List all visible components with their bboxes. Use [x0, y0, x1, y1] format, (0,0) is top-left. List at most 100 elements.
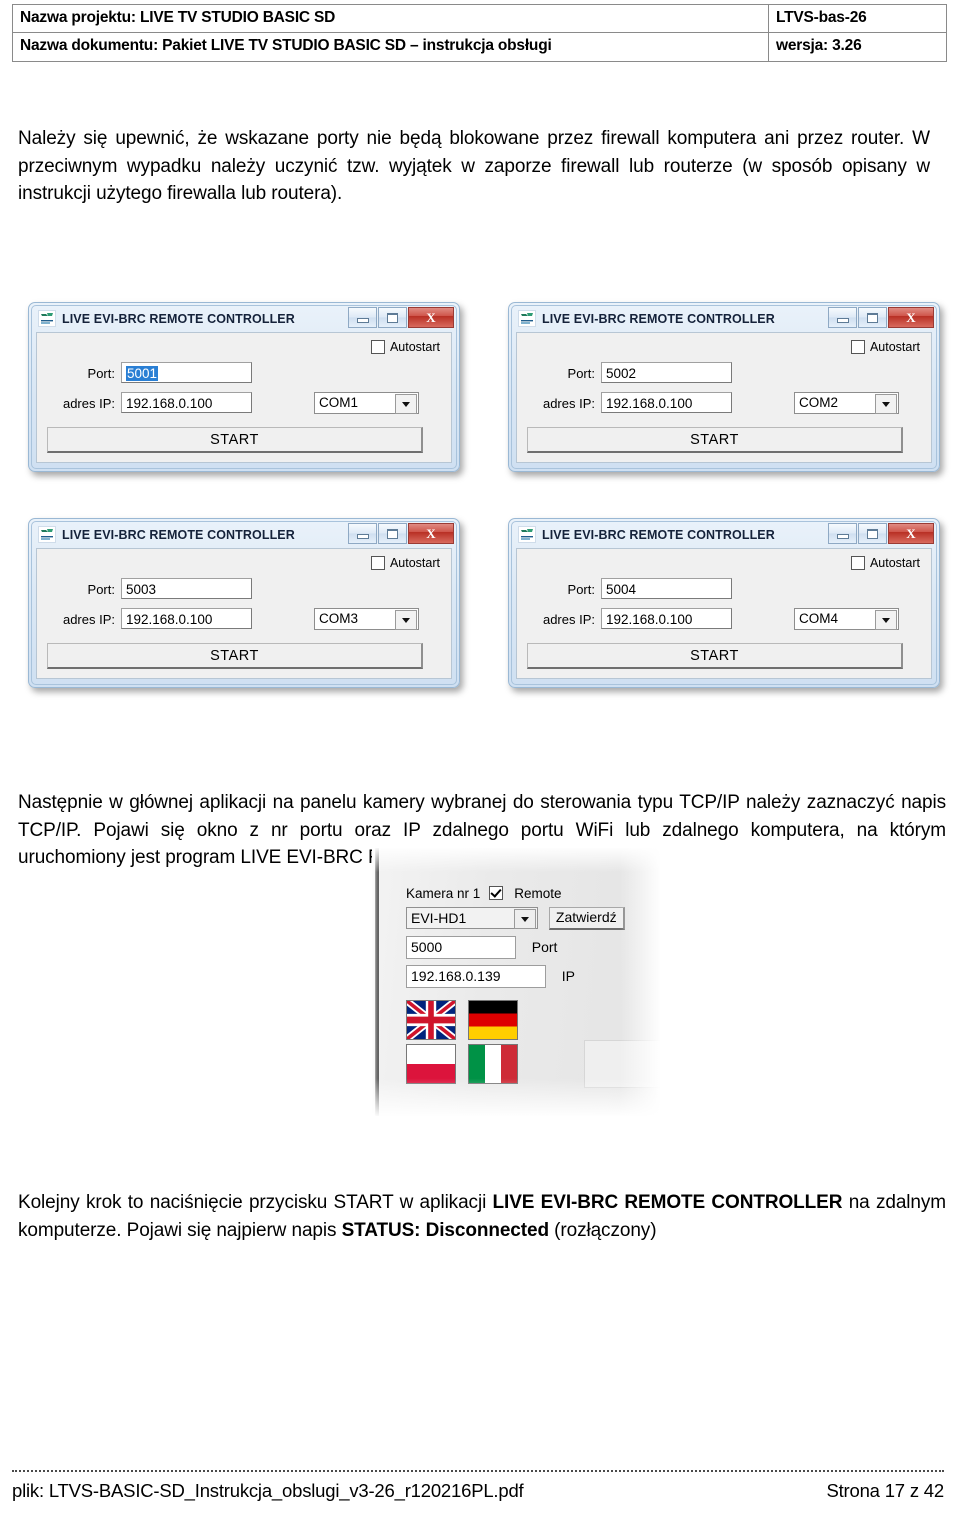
minimize-button[interactable] — [348, 307, 377, 328]
chevron-down-icon[interactable] — [875, 394, 897, 414]
title-bar[interactable]: LIVE EVI-BRC REMOTE CONTROLLER X — [32, 306, 456, 331]
camera-panel-left-border — [375, 848, 379, 1116]
camera-status-box — [584, 1040, 660, 1088]
document-header-table: Nazwa projektu: LIVE TV STUDIO BASIC SD … — [12, 3, 947, 62]
caption-buttons[interactable]: X — [347, 523, 454, 544]
dialog-window-3[interactable]: LIVE EVI-BRC REMOTE CONTROLLER X Autosta… — [28, 518, 460, 688]
autostart-checkbox[interactable] — [370, 556, 385, 570]
ip-input[interactable]: 192.168.0.100 — [121, 392, 252, 413]
close-button[interactable]: X — [888, 307, 934, 328]
app-logo-icon — [518, 310, 536, 327]
camera-number-label: Kamera nr 1 — [406, 885, 481, 901]
header-row-document: Nazwa dokumentu: Pakiet LIVE TV STUDIO B… — [12, 32, 947, 62]
start-text-part1: Kolejny krok to naciśnięcie przycisku ST… — [18, 1192, 493, 1213]
start-button[interactable]: START — [47, 427, 423, 453]
paragraph-start-instructions: Kolejny krok to naciśnięcie przycisku ST… — [18, 1189, 946, 1244]
autostart-checkbox[interactable] — [370, 340, 385, 354]
maximize-button[interactable] — [858, 523, 887, 544]
chevron-down-icon[interactable] — [875, 610, 897, 630]
start-text-bold2: STATUS: Disconnected — [341, 1219, 549, 1241]
language-flags — [406, 1000, 556, 1088]
start-button[interactable]: START — [527, 643, 903, 669]
port-input-value: 5001 — [126, 366, 159, 381]
minimize-button[interactable] — [828, 523, 857, 544]
maximize-button[interactable] — [378, 523, 407, 544]
caption-buttons[interactable]: X — [827, 523, 934, 544]
caption-buttons[interactable]: X — [827, 307, 934, 328]
close-button[interactable]: X — [408, 523, 454, 544]
close-button[interactable]: X — [888, 523, 934, 544]
remote-checkbox[interactable] — [489, 886, 504, 900]
maximize-button[interactable] — [378, 307, 407, 328]
header-document-version: wersja: 3.26 — [768, 32, 947, 62]
camera-ip-label: IP — [561, 968, 575, 984]
footer-page-number: Strona 17 z 42 — [826, 1480, 944, 1501]
dialog-window-2[interactable]: LIVE EVI-BRC REMOTE CONTROLLER X Autosta… — [508, 302, 940, 472]
header-row-project: Nazwa projektu: LIVE TV STUDIO BASIC SD … — [12, 3, 947, 34]
camera-port-label: Port — [531, 939, 558, 955]
com-port-select[interactable]: COM3 — [314, 608, 419, 630]
port-input[interactable]: 5004 — [601, 578, 732, 599]
autostart-checkbox[interactable] — [850, 556, 865, 570]
com-port-select[interactable]: COM2 — [794, 392, 899, 414]
autostart-checkbox-row[interactable]: Autostart — [850, 556, 920, 570]
footer-divider — [12, 1470, 944, 1472]
chevron-down-icon[interactable] — [514, 909, 536, 929]
dialog-window-1[interactable]: LIVE EVI-BRC REMOTE CONTROLLER X Autosta… — [28, 302, 460, 472]
title-bar[interactable]: LIVE EVI-BRC REMOTE CONTROLLER X — [512, 306, 936, 331]
minimize-button[interactable] — [348, 523, 377, 544]
dialog-frame: LIVE EVI-BRC REMOTE CONTROLLER X Autosta… — [511, 521, 937, 685]
autostart-checkbox-row[interactable]: Autostart — [370, 340, 440, 354]
minimize-button[interactable] — [828, 307, 857, 328]
camera-port-input[interactable]: 5000 — [406, 936, 516, 959]
dialog-client-area: Autostart Port: 5003 adres IP: 192.168.0… — [36, 548, 452, 679]
flag-uk-icon[interactable] — [406, 1000, 456, 1040]
ip-label: adres IP: — [62, 396, 115, 411]
dialog-title-text: LIVE EVI-BRC REMOTE CONTROLLER — [542, 311, 775, 326]
start-button[interactable]: START — [47, 643, 423, 669]
com-port-select[interactable]: COM1 — [314, 392, 419, 414]
port-input[interactable]: 5001 — [121, 362, 252, 383]
chevron-down-icon[interactable] — [395, 394, 417, 414]
autostart-label: Autostart — [389, 340, 440, 354]
ip-input[interactable]: 192.168.0.100 — [601, 608, 732, 629]
dialog-client-area: Autostart Port: 5004 adres IP: 192.168.0… — [516, 548, 932, 679]
ip-input[interactable]: 192.168.0.100 — [121, 608, 252, 629]
com-port-value: COM3 — [319, 611, 359, 626]
com-port-value: COM1 — [319, 395, 359, 410]
dialog-window-4[interactable]: LIVE EVI-BRC REMOTE CONTROLLER X Autosta… — [508, 518, 940, 688]
header-project-code: LTVS-bas-26 — [768, 3, 947, 34]
port-input[interactable]: 5003 — [121, 578, 252, 599]
com-port-select[interactable]: COM4 — [794, 608, 899, 630]
autostart-label: Autostart — [389, 556, 440, 570]
autostart-checkbox-row[interactable]: Autostart — [850, 340, 920, 354]
dialog-title-text: LIVE EVI-BRC REMOTE CONTROLLER — [542, 527, 775, 542]
camera-model-select[interactable]: EVI-HD1 — [406, 907, 538, 929]
autostart-checkbox-row[interactable]: Autostart — [370, 556, 440, 570]
footer: plik: LTVS-BASIC-SD_Instrukcja_obslugi_v… — [12, 1480, 944, 1502]
title-bar[interactable]: LIVE EVI-BRC REMOTE CONTROLLER X — [512, 522, 936, 547]
caption-buttons[interactable]: X — [347, 307, 454, 328]
close-button[interactable]: X — [408, 307, 454, 328]
maximize-button[interactable] — [858, 307, 887, 328]
start-button[interactable]: START — [527, 427, 903, 453]
port-input[interactable]: 5002 — [601, 362, 732, 383]
dialog-title-text: LIVE EVI-BRC REMOTE CONTROLLER — [62, 527, 295, 542]
title-bar[interactable]: LIVE EVI-BRC REMOTE CONTROLLER X — [32, 522, 456, 547]
camera-ip-input[interactable]: 192.168.0.139 — [406, 965, 546, 988]
remote-label: Remote — [514, 885, 562, 901]
footer-file-name: plik: LTVS-BASIC-SD_Instrukcja_obslugi_v… — [12, 1480, 524, 1501]
dialog-title-text: LIVE EVI-BRC REMOTE CONTROLLER — [62, 311, 295, 326]
flag-pl-icon[interactable] — [406, 1044, 456, 1084]
start-text-bold1: LIVE EVI-BRC REMOTE CONTROLLER — [492, 1192, 843, 1213]
flag-it-icon[interactable] — [467, 1044, 518, 1084]
ip-label: adres IP: — [542, 612, 595, 627]
camera-header-row: Kamera nr 1 Remote — [406, 884, 625, 902]
confirm-button[interactable]: Zatwierdź — [548, 907, 625, 930]
chevron-down-icon[interactable] — [395, 610, 417, 630]
port-label: Port: — [87, 582, 115, 597]
ip-label: adres IP: — [542, 396, 595, 411]
ip-input[interactable]: 192.168.0.100 — [601, 392, 732, 413]
flag-de-icon[interactable] — [467, 1000, 518, 1040]
autostart-checkbox[interactable] — [850, 340, 865, 354]
